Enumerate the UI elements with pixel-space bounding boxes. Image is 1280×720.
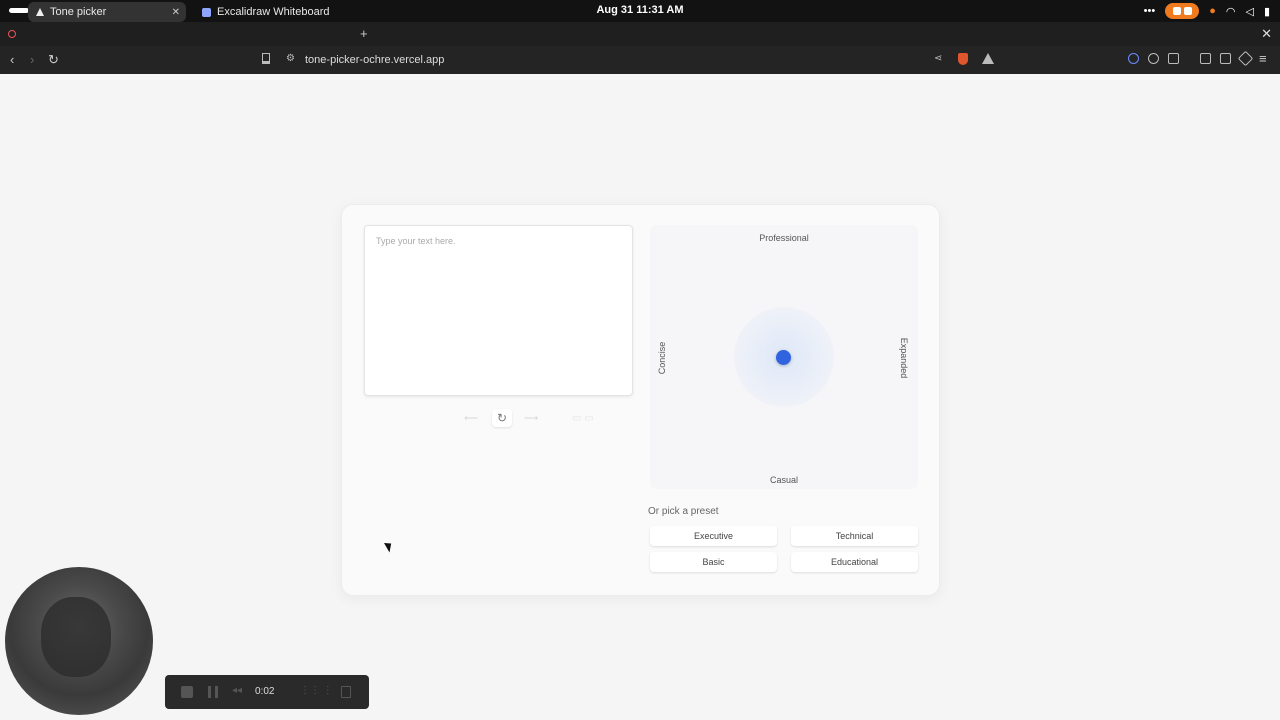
preset-educational-button[interactable]: Educational bbox=[791, 552, 918, 572]
edit-controls: ⟵ ↻ ⟶ ▭ ▭ bbox=[462, 409, 622, 427]
site-info-icon[interactable]: ⚙ bbox=[286, 53, 295, 64]
tone-pad[interactable]: Professional Casual Concise Expanded bbox=[650, 225, 918, 489]
axis-label-left: Concise bbox=[657, 341, 667, 375]
delete-recording-icon[interactable] bbox=[341, 686, 351, 698]
clock[interactable]: Aug 31 11:31 AM bbox=[0, 4, 1280, 16]
wifi-icon: ◠ bbox=[1225, 5, 1236, 18]
volume-icon: ◁ bbox=[1245, 5, 1254, 18]
webcam-person bbox=[41, 597, 111, 677]
text-input[interactable] bbox=[365, 226, 632, 395]
puzzle-icon[interactable] bbox=[1148, 53, 1159, 64]
redo-icon[interactable]: ⟶ bbox=[524, 413, 538, 424]
menu-icon[interactable]: ≡ bbox=[1259, 51, 1267, 66]
brave-menu-icon[interactable] bbox=[8, 30, 16, 38]
tone-handle[interactable] bbox=[776, 350, 791, 365]
copy-icon[interactable]: ▭ ▭ bbox=[572, 413, 594, 424]
sidebar-icon[interactable] bbox=[1200, 53, 1211, 64]
tone-picker-favicon bbox=[36, 8, 44, 16]
leo-icon[interactable] bbox=[1237, 50, 1254, 67]
tab-label: Tone picker bbox=[50, 6, 107, 18]
axis-label-bottom: Casual bbox=[769, 475, 798, 485]
text-input-box[interactable] bbox=[364, 225, 633, 396]
url-text[interactable]: tone-picker-ochre.vercel.app bbox=[305, 54, 444, 66]
axis-label-top: Professional bbox=[759, 233, 809, 243]
drag-handle-icon[interactable]: ⋮⋮ ⋮ bbox=[300, 685, 333, 696]
browser-toolbar: ‹ › ↻ ⚙ tone-picker-ochre.vercel.app ⋖ ≡ bbox=[0, 46, 1280, 74]
webcam-overlay bbox=[5, 567, 153, 715]
preset-technical-button[interactable]: Technical bbox=[791, 526, 918, 546]
media-icon[interactable] bbox=[1168, 53, 1179, 64]
microphone-icon: ● bbox=[1209, 5, 1216, 17]
stop-recording-icon[interactable] bbox=[181, 686, 193, 698]
close-tab-icon[interactable]: ✕ bbox=[172, 7, 180, 18]
address-bar[interactable]: ⚙ tone-picker-ochre.vercel.app ⋖ bbox=[258, 50, 1000, 70]
tone-picker-card: ⟵ ↻ ⟶ ▭ ▭ Professional Casual Concise Ex… bbox=[341, 204, 940, 596]
excalidraw-favicon bbox=[202, 7, 211, 17]
recording-timer: 0:02 bbox=[255, 686, 275, 697]
restart-recording-icon[interactable]: ◂◂ bbox=[232, 685, 242, 696]
close-window-icon[interactable]: ✕ bbox=[1261, 26, 1272, 42]
extension-icon[interactable] bbox=[1128, 53, 1139, 64]
recorder-controls: ◂◂ 0:02 ⋮⋮ ⋮ bbox=[165, 675, 369, 709]
preset-basic-button[interactable]: Basic bbox=[650, 552, 777, 572]
share-icon[interactable]: ⋖ bbox=[934, 53, 942, 64]
wallet-icon[interactable] bbox=[1220, 53, 1231, 64]
pause-recording-icon[interactable] bbox=[208, 686, 218, 698]
screen-record-indicator[interactable] bbox=[1165, 3, 1200, 19]
brave-rewards-icon[interactable] bbox=[982, 53, 994, 64]
forward-icon[interactable]: › bbox=[30, 52, 34, 67]
system-tray[interactable]: ••• ● ◠ ◁ ▮ bbox=[1144, 3, 1270, 19]
reload-icon[interactable]: ↻ bbox=[48, 52, 59, 68]
undo-icon[interactable]: ⟵ bbox=[464, 413, 478, 424]
tab-label: Excalidraw Whiteboard bbox=[217, 6, 330, 18]
bookmark-icon[interactable] bbox=[262, 53, 270, 64]
overflow-icon[interactable]: ••• bbox=[1144, 5, 1156, 17]
preset-executive-button[interactable]: Executive bbox=[650, 526, 777, 546]
os-top-bar: Aug 31 11:31 AM ••• ● ◠ ◁ ▮ bbox=[0, 0, 1280, 22]
reset-icon: ↻ bbox=[496, 411, 508, 425]
battery-icon: ▮ bbox=[1263, 5, 1270, 18]
preset-title: Or pick a preset bbox=[648, 506, 719, 517]
reset-button[interactable]: ↻ bbox=[492, 409, 512, 427]
new-tab-icon[interactable]: + bbox=[360, 26, 368, 41]
tab-strip bbox=[0, 22, 1280, 46]
axis-label-right: Expanded bbox=[899, 337, 909, 379]
brave-shields-icon[interactable] bbox=[958, 53, 968, 65]
back-icon[interactable]: ‹ bbox=[10, 52, 14, 67]
tab-tone-picker[interactable]: Tone picker ✕ bbox=[28, 2, 186, 22]
tab-excalidraw[interactable]: Excalidraw Whiteboard bbox=[194, 2, 354, 22]
